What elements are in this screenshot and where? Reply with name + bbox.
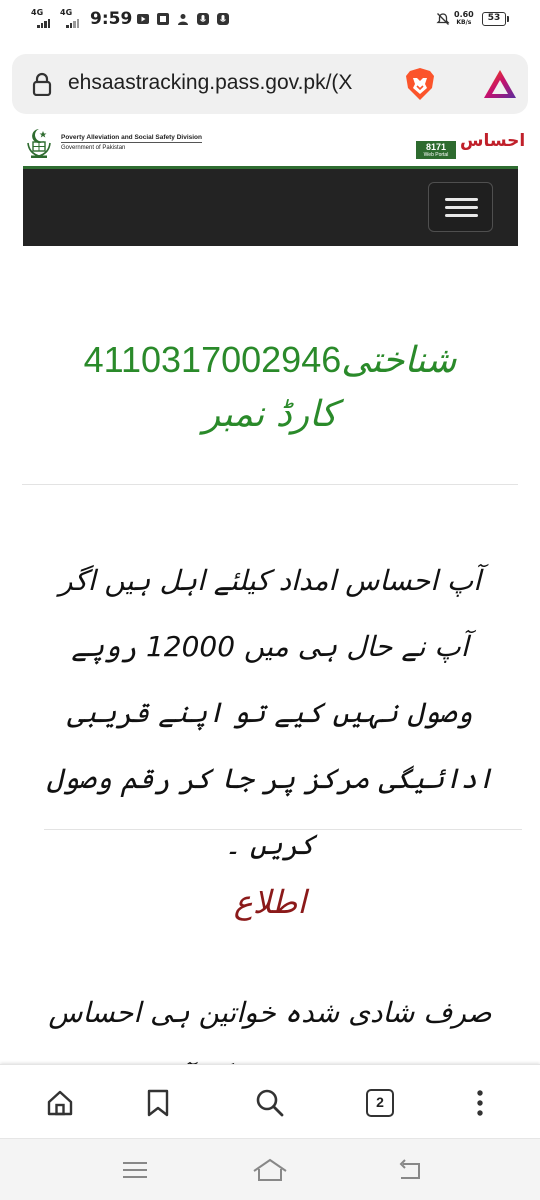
search-icon[interactable]	[254, 1087, 286, 1119]
site-header: Poverty Alleviation and Social Safety Di…	[23, 124, 525, 166]
helpline-badge: 8171 Web Portal	[416, 141, 456, 159]
sim1-network-type: 4G	[31, 8, 44, 17]
ehsaas-logo-text: احساس	[460, 131, 526, 151]
mic-notification-icon	[217, 13, 229, 25]
org-government: Government of Pakistan	[61, 145, 126, 151]
home-icon[interactable]	[45, 1088, 75, 1118]
bookmark-icon[interactable]	[145, 1088, 171, 1118]
cnic-heading: شناختی4110317002946 کارڈ نمبر	[40, 333, 500, 442]
network-speed-unit: KB/s	[456, 19, 472, 26]
lock-icon[interactable]	[32, 72, 52, 96]
brave-rewards-icon[interactable]	[482, 68, 518, 100]
tabs-button[interactable]: 2	[360, 1083, 400, 1123]
section-divider	[44, 829, 522, 830]
bookmark-button[interactable]	[138, 1083, 178, 1123]
back-icon[interactable]	[395, 1158, 425, 1182]
back-button[interactable]	[390, 1153, 430, 1187]
notice-heading: اطلاع	[233, 883, 307, 921]
section-divider	[22, 484, 518, 485]
search-button[interactable]	[250, 1083, 290, 1123]
sim1-signal-icon	[37, 19, 50, 28]
more-menu-button[interactable]	[460, 1083, 500, 1123]
cnic-label-prefix: شناختی	[341, 340, 457, 381]
status-time: 9:59	[90, 9, 133, 29]
menu-toggle-button[interactable]	[428, 182, 493, 232]
government-emblem-icon	[27, 129, 51, 158]
youtube-notification-icon	[137, 14, 149, 24]
ehsaas-logo: 8171 Web Portal احساس	[416, 131, 525, 159]
tabs-icon[interactable]: 2	[366, 1089, 394, 1117]
network-speed: 0.60 KB/s	[454, 10, 474, 26]
home-icon[interactable]	[251, 1157, 289, 1183]
browser-toolbar: 2	[0, 1064, 540, 1138]
helpline-number: 8171	[425, 142, 447, 152]
sim2-signal-icon	[66, 19, 79, 28]
home-button[interactable]	[40, 1083, 80, 1123]
menu-icon[interactable]	[121, 1159, 149, 1181]
cnic-number: 4110317002946	[83, 339, 342, 380]
brave-shields-icon[interactable]	[402, 66, 438, 102]
square-notification-icon	[157, 13, 169, 25]
org-name: Poverty Alleviation and Social Safety Di…	[61, 134, 202, 143]
cnic-label-suffix: کارڈ نمبر	[202, 394, 338, 435]
address-bar[interactable]: ehsaastracking.pass.gov.pk/(X	[12, 54, 528, 114]
more-icon[interactable]	[475, 1088, 485, 1118]
site-navbar	[23, 169, 518, 246]
sim2-network-type: 4G	[60, 8, 73, 17]
battery-icon: 53	[482, 12, 509, 26]
do-not-disturb-icon	[436, 13, 450, 25]
mic-notification-icon	[197, 13, 209, 25]
recent-apps-button[interactable]	[115, 1153, 155, 1187]
contact-notification-icon	[178, 14, 188, 25]
system-navigation-bar	[0, 1138, 540, 1200]
status-bar: 4G 4G 9:59 0.60 KB/s 53	[0, 0, 540, 40]
network-speed-value: 0.60	[454, 10, 474, 19]
url-text[interactable]: ehsaastracking.pass.gov.pk/(X	[68, 71, 396, 95]
helpline-sub: Web Portal	[423, 152, 449, 158]
system-home-button[interactable]	[250, 1153, 290, 1187]
